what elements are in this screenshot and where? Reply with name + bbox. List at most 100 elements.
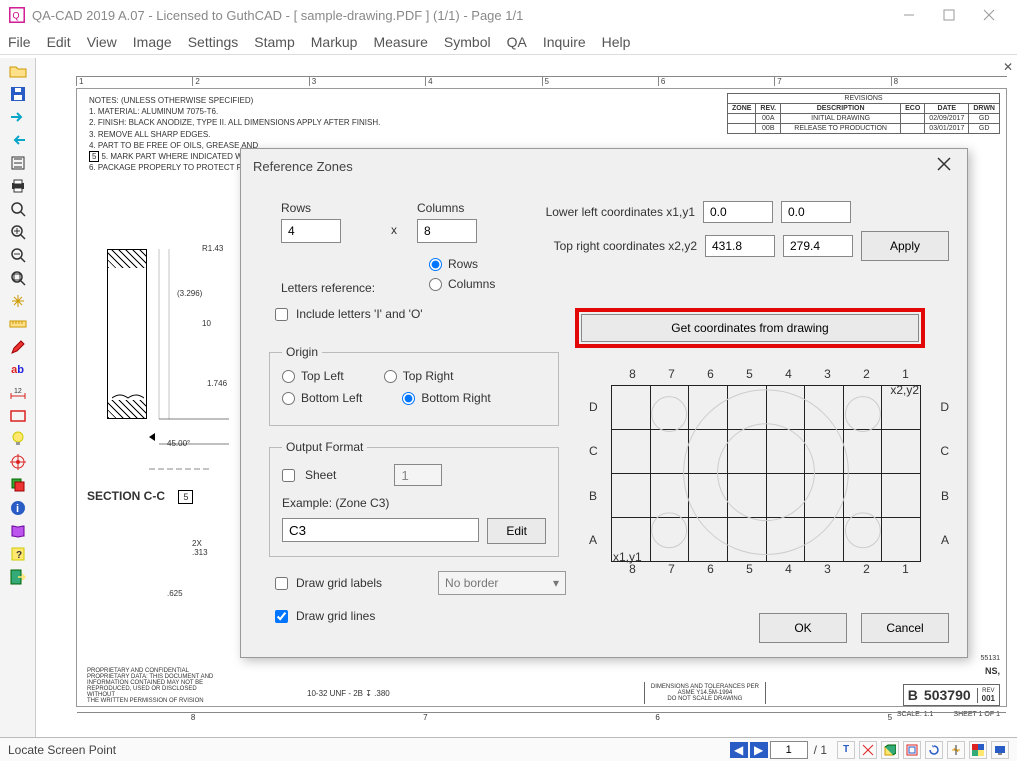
menu-inquire[interactable]: Inquire: [543, 34, 586, 50]
legal-note: PROPRIETARY AND CONFIDENTIAL PROPRIETARY…: [87, 668, 217, 704]
bulb-icon[interactable]: [4, 428, 32, 450]
border-combo[interactable]: No border ▾: [438, 571, 566, 595]
sb-cross-icon[interactable]: [859, 741, 877, 759]
menu-qa[interactable]: QA: [507, 34, 527, 50]
ok-button[interactable]: OK: [759, 613, 847, 643]
save-icon[interactable]: [4, 83, 32, 105]
sb-flip-icon[interactable]: [947, 741, 965, 759]
menu-file[interactable]: File: [8, 34, 31, 50]
open-icon[interactable]: [4, 60, 32, 82]
section-label: SECTION C-C 5: [87, 489, 193, 503]
pan-icon[interactable]: [4, 290, 32, 312]
reference-zones-dialog: Reference Zones Rows x Columns Lower lef…: [240, 148, 968, 658]
zoom-out-icon[interactable]: [4, 244, 32, 266]
dialog-close-icon[interactable]: [933, 153, 955, 180]
svg-text:12: 12: [14, 388, 22, 395]
menu-view[interactable]: View: [87, 34, 117, 50]
menu-markup[interactable]: Markup: [311, 34, 358, 50]
menu-settings[interactable]: Settings: [188, 34, 239, 50]
apply-button[interactable]: Apply: [861, 231, 949, 261]
pencil-icon[interactable]: [4, 336, 32, 358]
page-input[interactable]: [770, 741, 808, 759]
titleblock: B 503790 REV 001: [903, 684, 1000, 706]
cols-input[interactable]: [417, 219, 477, 243]
page-next-icon[interactable]: ▶: [750, 742, 768, 758]
sb-grid-icon[interactable]: [903, 741, 921, 759]
menu-help[interactable]: Help: [602, 34, 631, 50]
page-total: / 1: [814, 743, 827, 757]
sb-cube-icon[interactable]: [881, 741, 899, 759]
help-icon[interactable]: ?: [4, 543, 32, 565]
dialog-title: Reference Zones: [253, 159, 353, 174]
target-icon[interactable]: [4, 451, 32, 473]
menu-measure[interactable]: Measure: [373, 34, 427, 50]
zoom-icon[interactable]: [4, 198, 32, 220]
next-icon[interactable]: [4, 106, 32, 128]
draw-lines-checkbox[interactable]: [275, 610, 288, 623]
svg-text:Q: Q: [13, 11, 20, 21]
chevron-down-icon: ▾: [553, 576, 559, 590]
statusbar: Locate Screen Point ◀ ▶ / 1 T: [0, 737, 1017, 761]
prev-icon[interactable]: [4, 129, 32, 151]
x2y2-label: x2,y2: [890, 383, 919, 397]
menu-symbol[interactable]: Symbol: [444, 34, 491, 50]
menubar: File Edit View Image Settings Stamp Mark…: [0, 30, 1017, 54]
origin-top-left[interactable]: Top Left: [282, 369, 344, 383]
x1-input[interactable]: [703, 201, 773, 223]
y2-input[interactable]: [783, 235, 853, 257]
origin-bottom-left[interactable]: Bottom Left: [282, 391, 362, 405]
menu-edit[interactable]: Edit: [47, 34, 71, 50]
close-button[interactable]: [969, 0, 1009, 30]
get-coords-highlight: Get coordinates from drawing: [575, 308, 925, 348]
print-icon[interactable]: [4, 175, 32, 197]
origin-group: Origin Top Left Top Right Bottom Left Bo…: [269, 345, 559, 426]
include-io-checkbox[interactable]: [275, 308, 288, 321]
book-icon[interactable]: [4, 520, 32, 542]
cols-label: Columns: [417, 201, 477, 215]
stamp-icon[interactable]: [4, 152, 32, 174]
revision-table: REVISIONS ZONEREV.DESCRIPTIONECODATEDRWN…: [727, 93, 1000, 134]
app-icon: Q: [8, 6, 26, 24]
sheet-checkbox[interactable]: [282, 469, 295, 482]
menu-image[interactable]: Image: [133, 34, 172, 50]
draw-labels-label: Draw grid labels: [296, 576, 382, 590]
example-input[interactable]: [282, 518, 479, 542]
info-icon[interactable]: i: [4, 497, 32, 519]
zoom-in-icon[interactable]: [4, 221, 32, 243]
x1y1-label: x1,y1: [613, 550, 642, 564]
maximize-button[interactable]: [929, 0, 969, 30]
sb-screen-icon[interactable]: [991, 741, 1009, 759]
measure-icon[interactable]: [4, 313, 32, 335]
y1-input[interactable]: [781, 201, 851, 223]
menu-stamp[interactable]: Stamp: [254, 34, 294, 50]
dimension-icon[interactable]: 12: [4, 382, 32, 404]
sheet-code: 55131: [981, 655, 1000, 662]
sb-color-icon[interactable]: [969, 741, 987, 759]
get-coordinates-button[interactable]: Get coordinates from drawing: [581, 314, 919, 342]
x2-input[interactable]: [705, 235, 775, 257]
sb-rotate-icon[interactable]: [925, 741, 943, 759]
minimize-button[interactable]: [889, 0, 929, 30]
ruler-top: 12345678: [76, 76, 1007, 86]
output-format-group: Output Format Sheet Example: (Zone C3) E…: [269, 440, 559, 557]
origin-bottom-right[interactable]: Bottom Right: [402, 391, 490, 405]
exit-icon[interactable]: [4, 566, 32, 588]
grid-table: [611, 385, 921, 562]
rows-label: Rows: [281, 201, 341, 215]
tolerance-note: DIMENSIONS AND TOLERANCES PER ASME Y14.5…: [644, 682, 766, 704]
layers-icon[interactable]: [4, 474, 32, 496]
radio-cols[interactable]: Columns: [429, 277, 949, 291]
cancel-button[interactable]: Cancel: [861, 613, 949, 643]
text-ab-icon[interactable]: ab: [4, 359, 32, 381]
canvas-close-icon[interactable]: ✕: [1003, 60, 1013, 74]
edit-button[interactable]: Edit: [487, 518, 546, 544]
sb-text-icon[interactable]: T: [837, 741, 855, 759]
fit-icon[interactable]: [4, 267, 32, 289]
draw-labels-checkbox[interactable]: [275, 577, 288, 590]
titlebar: Q QA-CAD 2019 A.07 - Licensed to GuthCAD…: [0, 0, 1017, 30]
grid-preview: 87654321 DCBA: [589, 367, 949, 613]
rect-icon[interactable]: [4, 405, 32, 427]
origin-top-right[interactable]: Top Right: [384, 369, 454, 383]
page-prev-icon[interactable]: ◀: [730, 742, 748, 758]
rows-input[interactable]: [281, 219, 341, 243]
